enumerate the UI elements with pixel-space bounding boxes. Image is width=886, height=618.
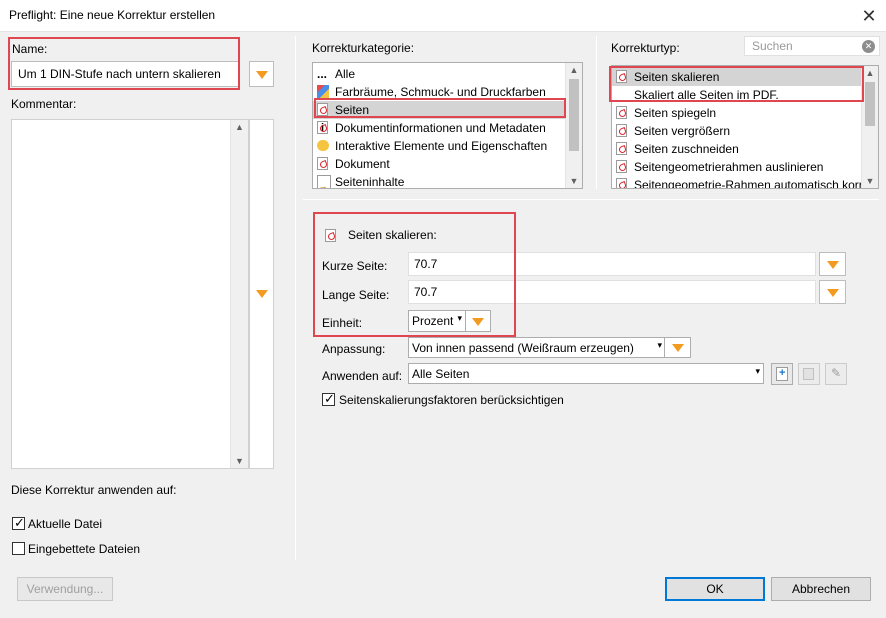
caret-down-icon: ▾ <box>657 340 662 350</box>
fit-label: Anpassung: <box>322 342 386 356</box>
pdf-icon <box>616 124 627 137</box>
chevron-down-icon <box>827 261 839 269</box>
fit-dropdown-button[interactable] <box>664 337 691 358</box>
list-item[interactable]: ... Alle <box>313 65 567 83</box>
add-icon: + <box>776 367 788 381</box>
ok-button[interactable]: OK <box>665 577 765 601</box>
info-icon: i <box>317 121 328 134</box>
list-item[interactable]: Seitengeometrie-Rahmen automatisch korri… <box>612 176 863 188</box>
scroll-up-icon[interactable]: ▲ <box>862 68 878 78</box>
separator <box>295 36 296 560</box>
comment-icon <box>317 140 329 151</box>
list-item[interactable]: Interaktive Elemente und Eigenschaften <box>313 137 567 155</box>
current-file-checkbox[interactable] <box>12 515 25 531</box>
category-list[interactable]: ... Alle Farbräume, Schmuck- und Druckfa… <box>312 62 583 189</box>
embedded-files-checkbox[interactable] <box>12 542 25 555</box>
list-item[interactable]: Dokument <box>313 155 567 173</box>
type-label: Korrekturtyp: <box>611 41 680 55</box>
fit-select[interactable]: Von innen passend (Weißraum erzeugen) ▾ <box>408 337 666 358</box>
chevron-down-icon <box>256 290 268 298</box>
embedded-files-label: Eingebettete Dateien <box>28 542 141 556</box>
scroll-down-icon[interactable]: ▼ <box>862 176 878 186</box>
list-item[interactable]: i Dokumentinformationen und Metadaten <box>313 119 567 137</box>
list-item[interactable]: Seitengeometrierahmen auslinieren <box>612 158 863 176</box>
highlight-box <box>8 37 240 90</box>
chevron-down-icon <box>827 289 839 297</box>
long-side-dropdown[interactable] <box>819 280 846 304</box>
scroll-thumb[interactable] <box>865 82 875 126</box>
apply-to-label: Anwenden auf: <box>322 369 403 383</box>
document-icon <box>317 157 328 170</box>
dots-icon: ... <box>317 67 328 81</box>
scroll-up-icon[interactable]: ▲ <box>566 65 582 75</box>
scroll-down-icon[interactable]: ▼ <box>231 456 248 466</box>
apply-label: Diese Korrektur anwenden auf: <box>11 483 177 497</box>
list-item[interactable]: Seiten spiegeln <box>612 104 863 122</box>
highlight-box <box>609 66 864 102</box>
clear-search-icon[interactable]: ✕ <box>862 40 875 53</box>
close-icon[interactable]: ✕ <box>856 3 882 29</box>
duplicate-button[interactable] <box>798 363 820 385</box>
name-dropdown-button[interactable] <box>249 61 274 87</box>
highlight-box <box>314 98 566 118</box>
pdf-icon <box>616 106 627 119</box>
comment-label: Kommentar: <box>11 97 77 111</box>
pdf-icon <box>616 142 627 155</box>
comment-dropdown-button[interactable] <box>249 119 274 469</box>
add-button[interactable]: + <box>771 363 793 385</box>
comment-textarea[interactable]: ▲ ▼ <box>11 119 249 469</box>
caret-down-icon: ▾ <box>755 366 760 376</box>
scroll-up-icon[interactable]: ▲ <box>231 122 248 132</box>
scaling-factors-checkbox[interactable] <box>322 391 335 407</box>
short-side-dropdown[interactable] <box>819 252 846 276</box>
pdf-icon <box>616 160 627 173</box>
chevron-down-icon <box>256 71 268 79</box>
current-file-label: Aktuelle Datei <box>28 517 103 531</box>
list-item[interactable]: Seiten vergrößern <box>612 122 863 140</box>
content-icon: ➡ <box>317 175 331 188</box>
chevron-down-icon <box>672 344 684 352</box>
list-item[interactable]: Seiten zuschneiden <box>612 140 863 158</box>
list-item[interactable]: ➡ Seiteninhalte <box>313 173 567 188</box>
separator <box>303 199 879 200</box>
search-input[interactable]: Suchen ✕ <box>744 36 880 56</box>
separator <box>596 36 597 189</box>
highlight-box <box>313 212 516 337</box>
usage-button[interactable]: Verwendung... <box>17 577 113 601</box>
apply-to-select[interactable]: Alle Seiten ▾ <box>408 363 764 384</box>
category-label: Korrekturkategorie: <box>312 41 415 55</box>
pdf-icon <box>616 178 627 188</box>
edit-button[interactable]: ✎ <box>825 363 847 385</box>
window-title: Preflight: Eine neue Korrektur erstellen <box>9 8 216 22</box>
comment-scrollbar[interactable]: ▲ ▼ <box>230 120 248 468</box>
duplicate-icon <box>803 368 814 380</box>
pencil-icon: ✎ <box>831 366 842 380</box>
scaling-factors-label: Seitenskalierungsfaktoren berücksichtige… <box>339 393 564 407</box>
cancel-button[interactable]: Abbrechen <box>771 577 871 601</box>
color-icon <box>317 85 329 99</box>
scroll-down-icon[interactable]: ▼ <box>566 176 582 186</box>
scroll-thumb[interactable] <box>569 79 579 151</box>
category-scrollbar[interactable]: ▲ ▼ <box>565 63 582 188</box>
